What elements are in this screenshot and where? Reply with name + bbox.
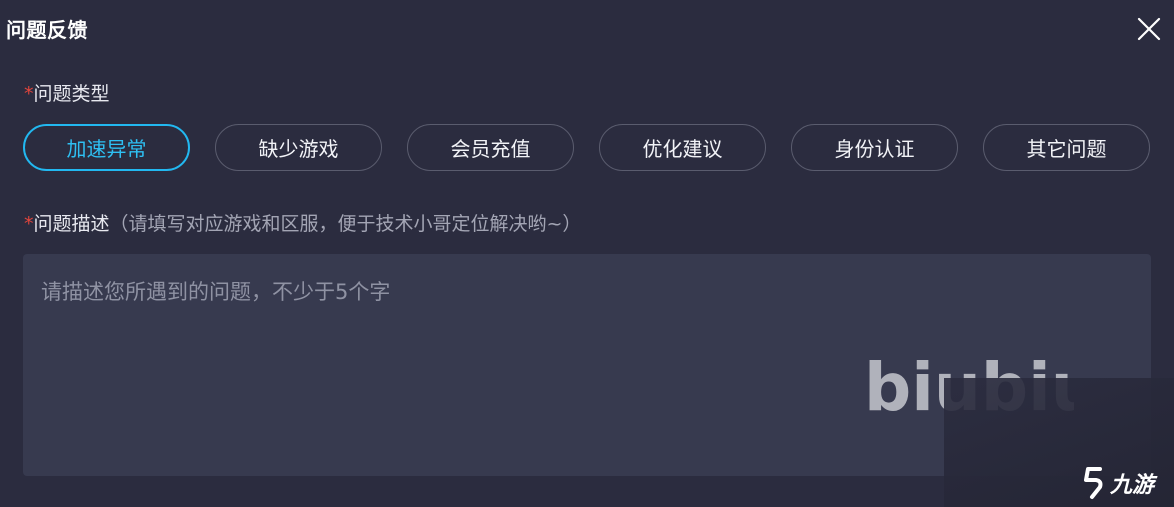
type-option-other[interactable]: 其它问题 bbox=[983, 124, 1150, 171]
type-option-suggestion[interactable]: 优化建议 bbox=[599, 124, 766, 171]
problem-type-options: 加速异常 缺少游戏 会员充值 优化建议 身份认证 其它问题 bbox=[23, 124, 1150, 171]
problem-description-text: 问题描述 bbox=[33, 213, 110, 235]
dialog-title: 问题反馈 bbox=[6, 18, 88, 42]
required-mark: * bbox=[24, 83, 34, 105]
description-placeholder: 请描述您所遇到的问题，不少于5个字 bbox=[41, 280, 391, 304]
type-option-identity[interactable]: 身份认证 bbox=[791, 124, 958, 171]
type-option-membership[interactable]: 会员充值 bbox=[407, 124, 574, 171]
type-option-acceleration[interactable]: 加速异常 bbox=[23, 124, 190, 171]
problem-type-label: *问题类型 bbox=[24, 79, 110, 106]
close-button[interactable] bbox=[1134, 14, 1164, 44]
feedback-dialog: 问题反馈 *问题类型 加速异常 缺少游戏 会员充值 优化建议 身份认证 其它问题… bbox=[0, 0, 1174, 507]
required-mark: * bbox=[24, 213, 34, 235]
description-hint: （请填写对应游戏和区服，便于技术小哥定位解决哟~） bbox=[109, 213, 582, 235]
type-option-missing-game[interactable]: 缺少游戏 bbox=[215, 124, 382, 171]
corner-logo: 九游 bbox=[1082, 466, 1154, 500]
corner-logo-text: 九游 bbox=[1110, 473, 1155, 498]
logo-icon bbox=[1084, 467, 1103, 499]
close-icon bbox=[1137, 17, 1161, 41]
problem-description-label: *问题描述（请填写对应游戏和区服，便于技术小哥定位解决哟~） bbox=[24, 209, 581, 236]
problem-type-text: 问题类型 bbox=[33, 83, 110, 105]
